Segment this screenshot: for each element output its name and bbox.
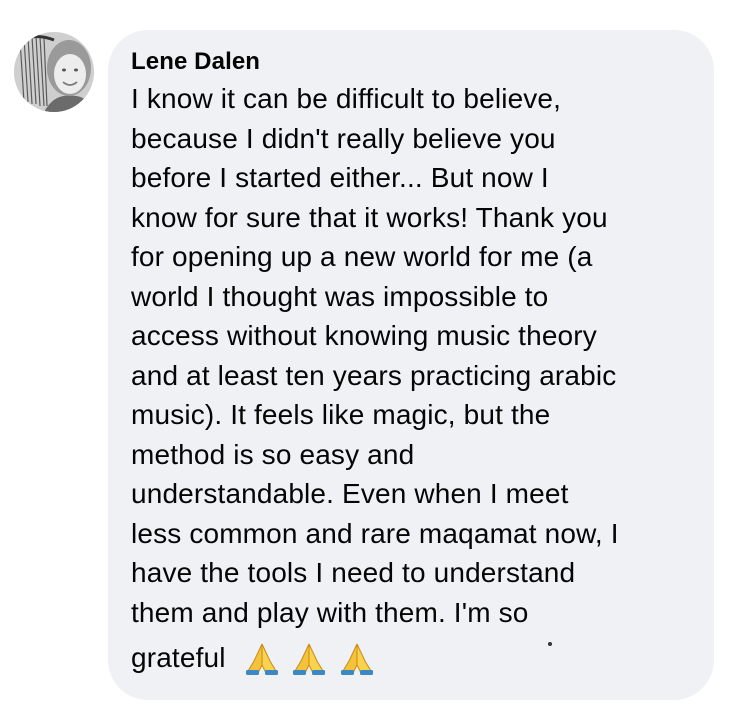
comment-line: know for sure that it works! Thank you: [131, 201, 608, 233]
comment-line: before I started either... But now I: [131, 162, 549, 193]
comment-line: for opening up a new world for me (a: [131, 241, 593, 272]
text-cursor-dot: [548, 642, 552, 646]
comment-line: world I thought was impossible to: [131, 280, 549, 312]
comment-last-word: grateful: [131, 642, 226, 673]
profile-photo: [14, 32, 94, 112]
comment-bubble: Lene Dalen I know it can be difficult to…: [108, 30, 714, 700]
comment-line: and at least ten years practicing arabic: [131, 359, 617, 391]
comment-line: music). It feels like magic, but the: [131, 399, 551, 430]
comment-line-last: grateful: [131, 638, 694, 688]
comment-line: because I didn't really believe you: [131, 122, 556, 154]
folded-hands-icon: [291, 641, 327, 677]
comment-line: have the tools I need to understand: [131, 557, 576, 588]
folded-hands-icon: [244, 641, 280, 677]
folded-hands-icon: [339, 641, 375, 677]
comment-line: access without knowing music theory: [131, 320, 597, 351]
comment-author[interactable]: Lene Dalen: [131, 47, 694, 77]
comment-line: less common and rare maqamat now, I: [131, 517, 619, 549]
comment-line: understandable. Even when I meet: [131, 478, 569, 509]
emoji-group: [244, 641, 380, 688]
avatar[interactable]: [14, 32, 94, 112]
comment-line: I know it can be difficult to believe,: [131, 83, 562, 114]
comment-line: them and play with them. I'm so: [131, 596, 529, 628]
comment-line: method is so easy and: [131, 438, 415, 470]
comment-text: I know it can be difficult to believe, b…: [131, 79, 694, 688]
